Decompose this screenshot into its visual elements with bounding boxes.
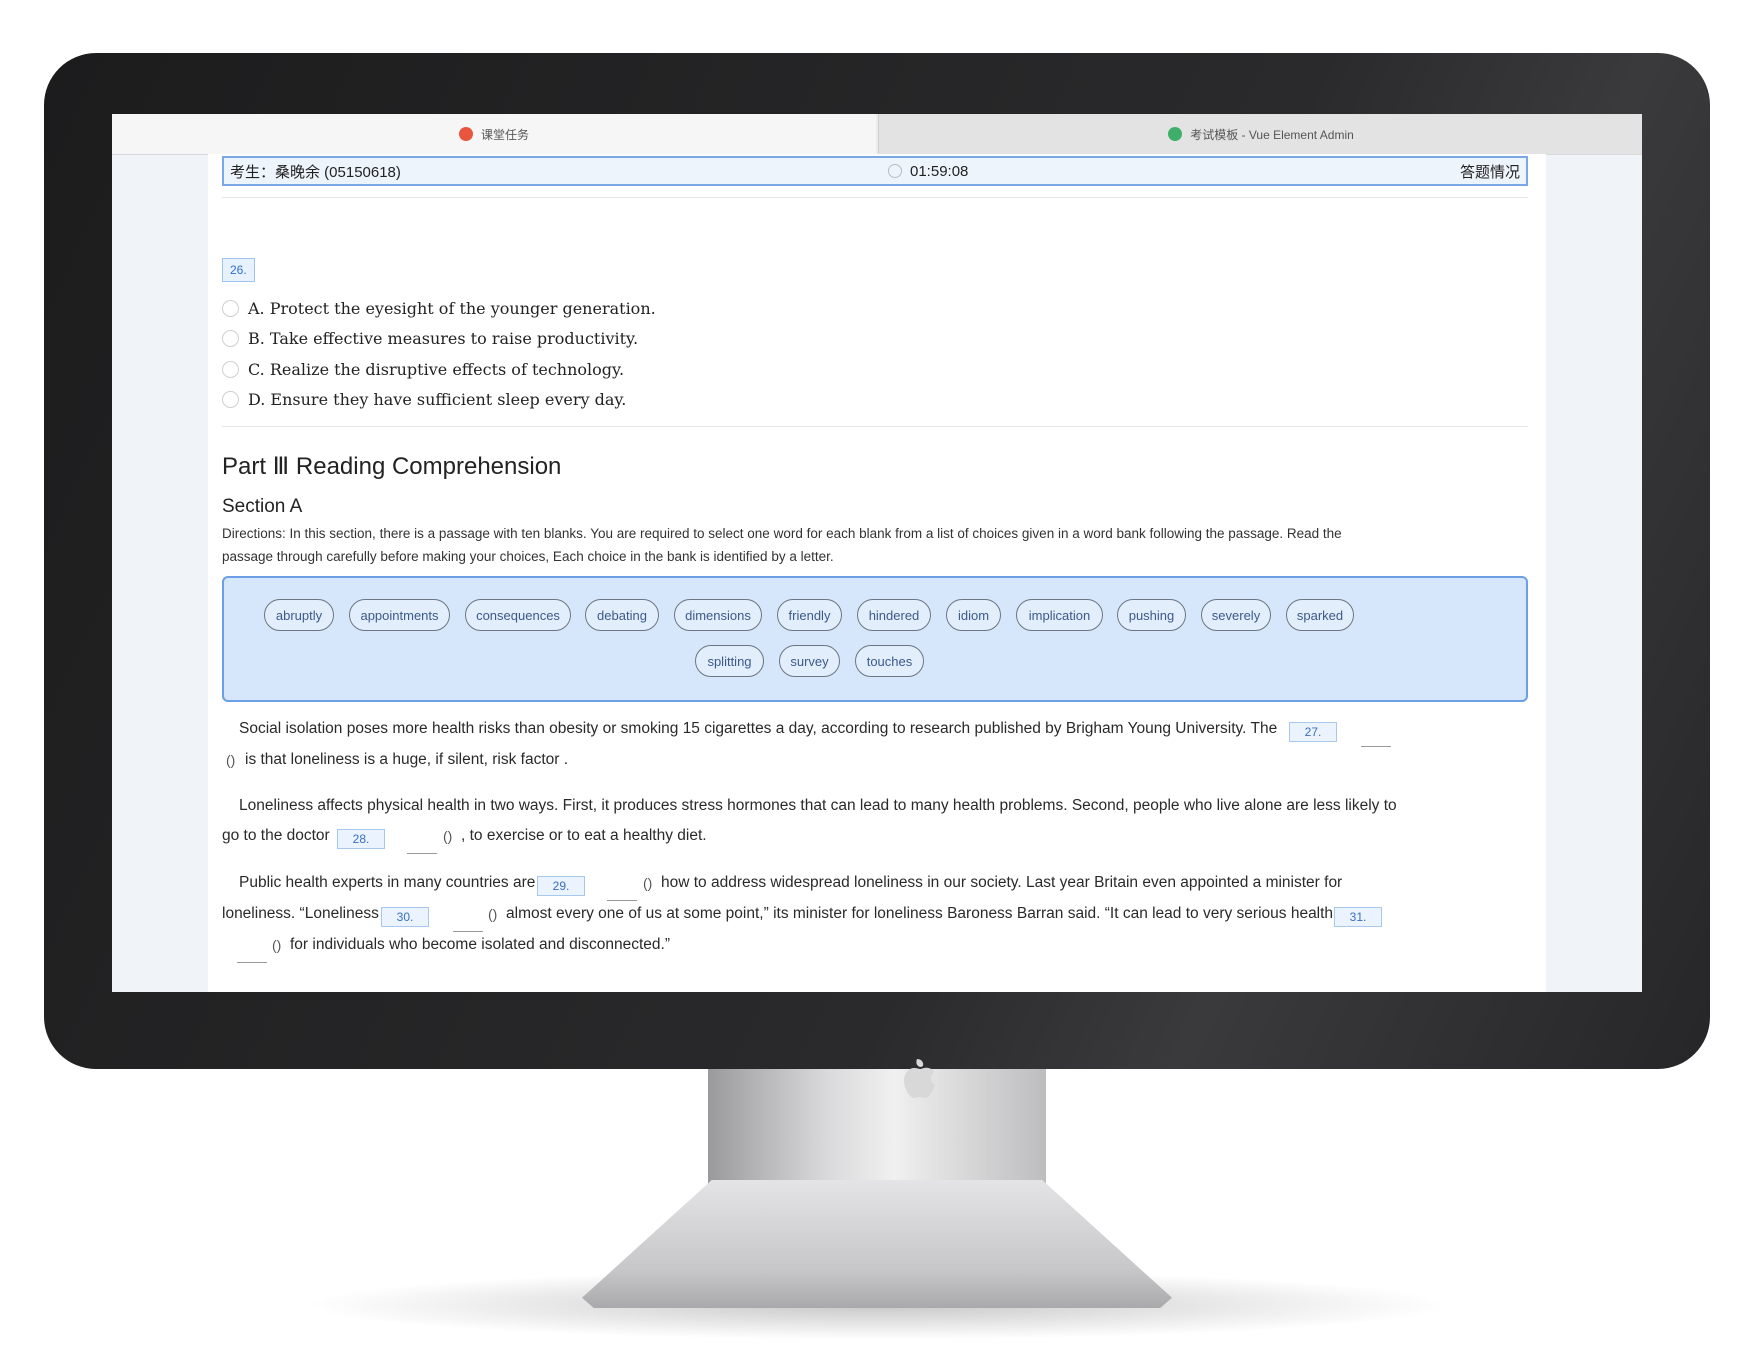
browser-tab-bar: 课堂任务 考试模板 - Vue Element Admin — [112, 114, 1642, 155]
word-chip[interactable]: debating — [585, 599, 659, 631]
passage-text: , to exercise or to eat a healthy diet. — [461, 827, 707, 844]
radio-button[interactable] — [222, 329, 239, 347]
tab-label: 考试模板 - Vue Element Admin — [1190, 127, 1354, 142]
word-chip[interactable]: touches — [855, 645, 924, 677]
tab-label: 课堂任务 — [480, 127, 529, 142]
apple-logo-icon — [904, 1059, 935, 1098]
answer-underline — [607, 900, 637, 901]
blank-28[interactable]: 28. — [337, 829, 385, 849]
answer-paren: () — [272, 937, 282, 953]
app-logo-icon — [458, 127, 473, 141]
blank-27[interactable]: 27. — [1289, 722, 1337, 742]
passage-text: is that loneliness is a huge, if silent,… — [245, 751, 569, 768]
word-chip[interactable]: survey — [779, 645, 840, 677]
divider — [222, 426, 1528, 427]
directions-line: passage through carefully before making … — [222, 549, 834, 564]
vue-logo-icon — [1168, 127, 1183, 141]
answer-underline — [1361, 746, 1391, 747]
word-chip[interactable]: dimensions — [674, 599, 762, 631]
word-chip[interactable]: appointments — [349, 599, 450, 631]
answer-paren: () — [443, 828, 453, 844]
monitor-stand-foot — [582, 1180, 1172, 1308]
option-label: D. Ensure they have sufficient sleep eve… — [248, 389, 627, 409]
option-a[interactable]: A. Protect the eyesight of the younger g… — [222, 296, 656, 320]
exam-page: 考生：桑晚余 (05150618) 01:59:08 答题情况 26. A. P… — [208, 154, 1546, 992]
word-chip[interactable]: abruptly — [264, 599, 334, 631]
blank-30[interactable]: 30. — [381, 907, 429, 927]
option-c[interactable]: C. Realize the disruptive effects of tec… — [222, 357, 624, 381]
radio-button[interactable] — [222, 390, 239, 408]
answer-paren: () — [226, 752, 236, 768]
blank-29[interactable]: 29. — [537, 876, 585, 896]
tab-classroom-task[interactable]: 课堂任务 — [112, 114, 876, 154]
passage-text: how to address widespread loneliness in … — [661, 874, 1343, 891]
passage-text: almost every one of us at some point,” i… — [506, 905, 1334, 922]
radio-button[interactable] — [222, 299, 239, 317]
answer-paren: () — [488, 906, 498, 922]
divider — [222, 197, 1528, 198]
option-b[interactable]: B. Take effective measures to raise prod… — [222, 326, 638, 350]
word-chip[interactable]: idiom — [946, 599, 1001, 631]
countdown-timer: 01:59:08 — [888, 163, 968, 180]
word-chip[interactable]: severely — [1201, 599, 1271, 631]
word-bank: abruptly appointments consequences debat… — [222, 576, 1528, 702]
student-info: 考生：桑晚余 (05150618) — [230, 163, 401, 181]
section-title: Section A — [222, 496, 303, 517]
answer-underline — [453, 931, 483, 932]
word-chip[interactable]: sparked — [1286, 599, 1354, 631]
tab-exam-template[interactable]: 考试模板 - Vue Element Admin — [878, 114, 1642, 154]
word-chip[interactable]: implication — [1016, 599, 1103, 631]
word-chip[interactable]: splitting — [695, 645, 764, 677]
blank-31[interactable]: 31. — [1334, 907, 1382, 927]
passage-text: loneliness. “Loneliness — [222, 905, 379, 922]
question-number-badge: 26. — [222, 258, 255, 282]
passage-text: Social isolation poses more health risks… — [239, 720, 1278, 737]
screen: 课堂任务 考试模板 - Vue Element Admin 考生：桑晚余 (05… — [112, 114, 1642, 992]
part-title: Part Ⅲ Reading Comprehension — [222, 453, 562, 480]
monitor-stand-neck — [708, 1069, 1046, 1199]
timer-value: 01:59:08 — [910, 162, 969, 180]
option-d[interactable]: D. Ensure they have sufficient sleep eve… — [222, 387, 626, 411]
exam-header: 考生：桑晚余 (05150618) 01:59:08 答题情况 — [222, 156, 1528, 186]
directions-line: Directions: In this section, there is a … — [222, 526, 1342, 541]
directions: Directions: In this section, there is a … — [222, 522, 1422, 568]
option-label: B. Take effective measures to raise prod… — [248, 328, 639, 348]
passage-text: Public health experts in many countries … — [239, 874, 536, 891]
passage-text: Loneliness affects physical health in tw… — [239, 797, 1397, 814]
answer-status-link[interactable]: 答题情况 — [1460, 161, 1520, 182]
clock-icon — [888, 164, 902, 178]
option-label: A. Protect the eyesight of the younger g… — [248, 298, 656, 318]
answer-underline — [407, 853, 437, 854]
radio-button[interactable] — [222, 360, 239, 378]
word-chip[interactable]: consequences — [465, 599, 571, 631]
word-chip[interactable]: friendly — [777, 599, 842, 631]
word-chip[interactable]: pushing — [1117, 599, 1186, 631]
word-chip[interactable]: hindered — [857, 599, 931, 631]
option-label: C. Realize the disruptive effects of tec… — [248, 359, 625, 379]
answer-paren: () — [643, 875, 653, 891]
passage-text: go to the doctor — [222, 827, 330, 844]
passage-text: for individuals who become isolated and … — [290, 936, 670, 953]
answer-underline — [237, 962, 267, 963]
